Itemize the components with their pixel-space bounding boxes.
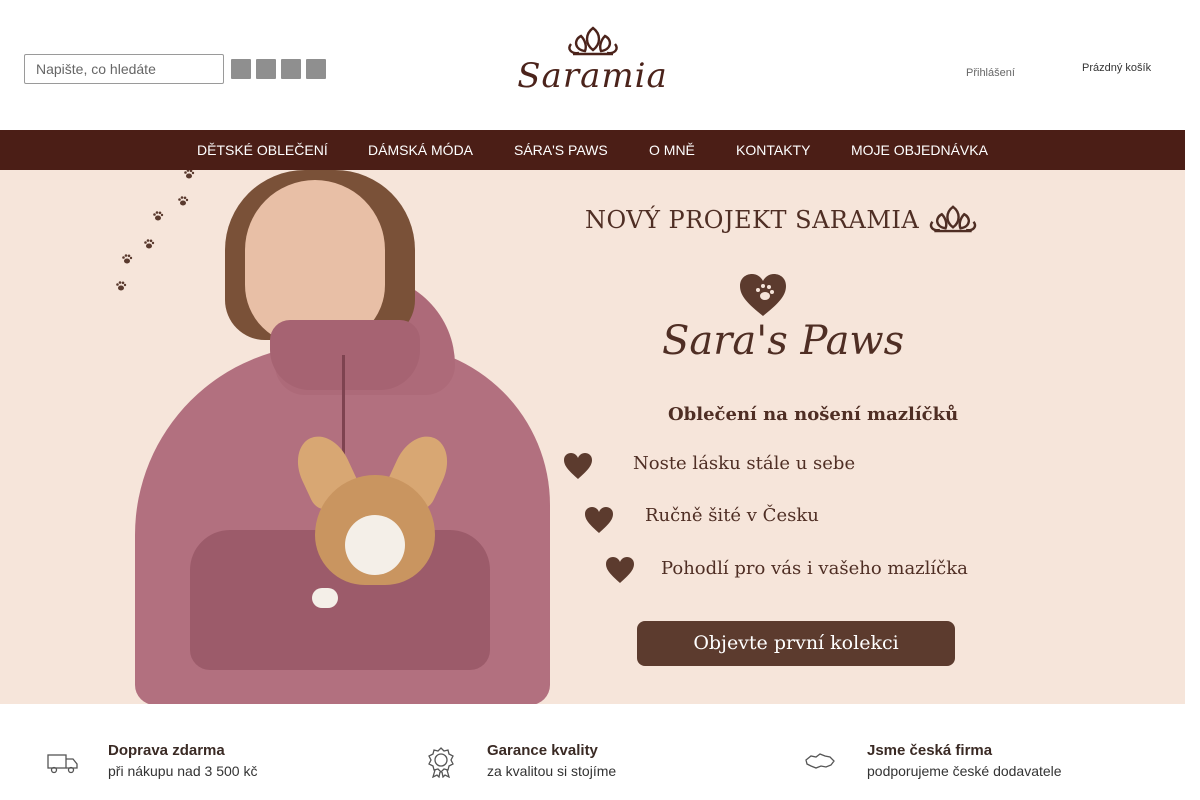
feature-subtitle: za kvalitou si stojíme (487, 763, 617, 779)
facebook-icon[interactable] (231, 59, 251, 79)
lotus-icon (929, 205, 977, 233)
search-box (24, 54, 224, 84)
hoodie-collar (270, 320, 420, 390)
benefit-text: Pohodlí pro vás i vašeho mazlíčka (661, 558, 968, 579)
cart-link[interactable]: Prázdný košík (1076, 62, 1151, 74)
paw-print-icon (152, 210, 164, 222)
hero-banner[interactable]: NOVÝ PROJEKT SARAMIA Sara's Paws Oblečen… (0, 170, 1185, 704)
nav-item-o-mne[interactable]: O MNĚ (649, 130, 695, 170)
paw-print-icon (115, 280, 127, 292)
feature-quality: Garance kvality za kvalitou si stojíme (424, 742, 754, 786)
heart-paw-logo-icon (740, 274, 786, 316)
hero-subtitle: Oblečení na nošení mazlíčků (668, 404, 959, 425)
discover-collection-button[interactable]: Objevte první kolekci (637, 621, 955, 666)
paw-print-icon (177, 195, 189, 207)
benefit-text: Ručně šité v Česku (645, 505, 819, 526)
site-logo[interactable]: Saramia (510, 22, 675, 112)
paw-print-icon (143, 238, 155, 250)
login-link[interactable]: Přihlášení (963, 67, 1015, 79)
nav-item-detske-obleceni[interactable]: DĚTSKÉ OBLEČENÍ (197, 130, 328, 170)
nav-item-moje-objednavka[interactable]: MOJE OBJEDNÁVKA (851, 130, 988, 170)
heart-icon (585, 507, 613, 533)
project-title: NOVÝ PROJEKT SARAMIA (585, 206, 920, 234)
search-icon[interactable] (203, 62, 215, 76)
paw-print-icon (121, 253, 133, 265)
czech-map-icon (805, 753, 835, 769)
feature-subtitle: podporujeme české dodavatele (867, 763, 1062, 779)
feature-title: Garance kvality (487, 742, 598, 759)
search-input[interactable] (25, 55, 200, 83)
pinterest-icon[interactable] (306, 59, 326, 79)
heart-icon (606, 557, 634, 583)
login-label: Přihlášení (966, 67, 1015, 79)
nav-item-saras-paws[interactable]: SÁRA'S PAWS (514, 130, 608, 170)
features-strip: Doprava zdarma při nákupu nad 3 500 kč G… (0, 704, 1185, 800)
dog-face (345, 515, 405, 575)
nav-item-kontakty[interactable]: KONTAKTY (736, 130, 810, 170)
feature-subtitle: při nákupu nad 3 500 kč (108, 763, 258, 779)
lotus-logo-icon (567, 26, 618, 56)
feature-title: Jsme česká firma (867, 742, 993, 759)
site-header: Saramia Přihlášení Prázdný košík (0, 0, 1185, 130)
cart-label: Prázdný košík (1082, 62, 1152, 74)
youtube-icon[interactable] (281, 59, 301, 79)
logo-wordmark: Saramia (517, 56, 668, 96)
quality-badge-icon (428, 747, 454, 778)
benefit-text: Noste lásku stále u sebe (633, 453, 856, 474)
sub-brand-name: Sara's Paws (662, 318, 905, 364)
heart-icon (564, 453, 592, 479)
dog-paw (312, 588, 338, 608)
paw-print-icon (183, 170, 195, 180)
main-navigation: DĚTSKÉ OBLEČENÍ DÁMSKÁ MÓDA SÁRA'S PAWS … (0, 130, 1185, 170)
truck-icon (47, 754, 78, 774)
nav-item-damska-moda[interactable]: DÁMSKÁ MÓDA (368, 130, 473, 170)
instagram-icon[interactable] (256, 59, 276, 79)
feature-czech-company: Jsme česká firma podporujeme české dodav… (803, 742, 1133, 786)
feature-title: Doprava zdarma (108, 742, 225, 759)
feature-free-shipping: Doprava zdarma při nákupu nad 3 500 kč (46, 742, 376, 786)
